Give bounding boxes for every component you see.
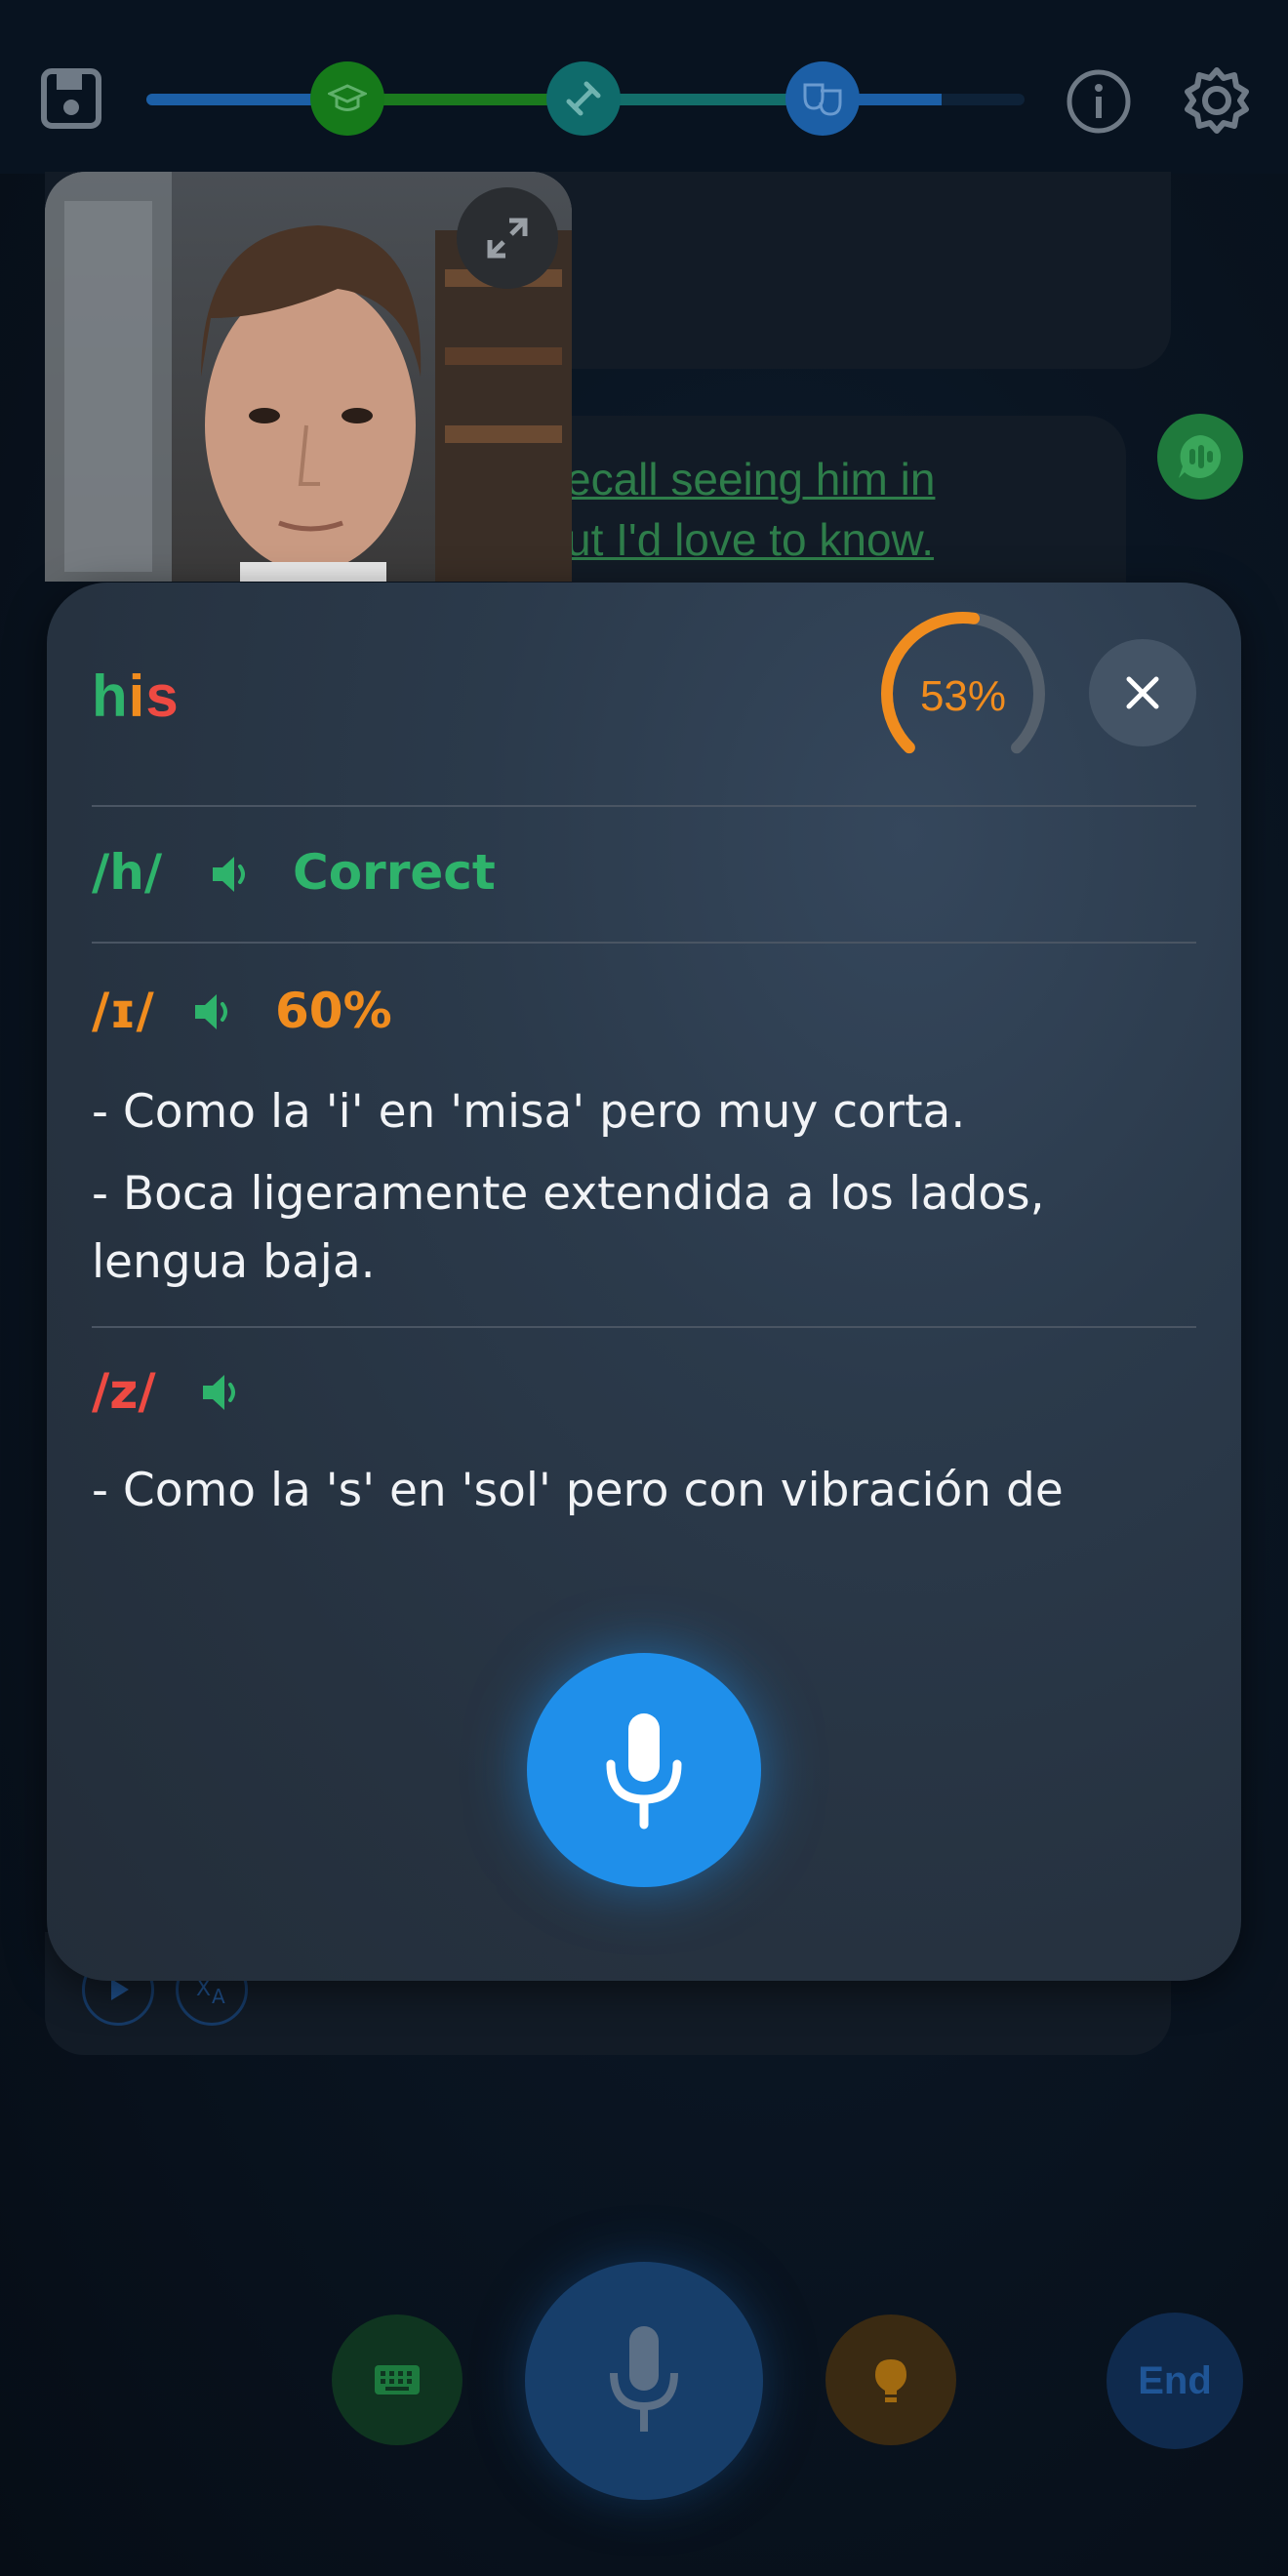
phoneme-symbol: /ɪ/ [92,983,154,1039]
lightbulb-icon[interactable] [825,2314,956,2445]
pronunciation-tip: - Como la 'i' en 'misa' pero muy corta. [92,1085,966,1139]
microphone-icon [606,1713,682,1830]
graduation-cap-icon[interactable] [310,61,384,136]
gear-icon[interactable] [1181,64,1253,137]
tip-scroll-region[interactable]: - Como la 's' en 'sol' pero con vibració… [47,1457,1241,1535]
close-button[interactable] [1089,639,1196,746]
chat-voice-icon[interactable] [1157,414,1243,500]
expand-video-icon[interactable] [457,187,558,289]
keyboard-icon[interactable] [332,2314,463,2445]
microphone-icon [610,2326,678,2432]
pronunciation-tip: - Como la 's' en 'sol' pero con vibració… [92,1464,1064,1535]
info-icon[interactable] [1066,68,1132,135]
bubble-line-1: ecall seeing him in [566,454,936,504]
divider [92,942,1196,944]
end-label: End [1138,2358,1212,2402]
phoneme-status: 60% [275,983,392,1039]
pronunciation-feedback-modal: his 53% /h/ Correct /ɪ/ 60% - Como la 'i… [47,583,1241,1981]
user-message-text: ecall seeing him in ut I'd love to know. [566,449,935,570]
word-letter-h: h [92,664,129,729]
save-icon[interactable] [39,66,105,131]
theater-masks-icon[interactable] [785,61,860,136]
close-icon [1126,676,1159,709]
word-letter-s: s [145,664,180,729]
word-letter-i: i [128,664,146,729]
phoneme-symbol: /h/ [92,844,163,901]
phoneme-symbol: /z/ [92,1363,156,1420]
divider [92,1326,1196,1328]
svg-text:A: A [212,1985,225,2007]
bubble-line-2: ut I'd love to know. [566,514,935,565]
speaker-icon[interactable] [199,1369,246,1416]
speaker-icon[interactable] [209,851,256,898]
phoneme-status: Correct [293,844,496,901]
word-heading: his [92,663,180,730]
score-percentage: 53% [919,672,1007,720]
record-button-background[interactable] [525,2262,763,2500]
speaker-icon[interactable] [191,988,238,1035]
end-button[interactable]: End [1107,2313,1243,2449]
pronunciation-tip: - Boca ligeramente extendida a los lados… [92,1167,1045,1289]
dumbbell-icon[interactable] [546,61,621,136]
record-button[interactable] [527,1653,761,1887]
divider [92,805,1196,807]
